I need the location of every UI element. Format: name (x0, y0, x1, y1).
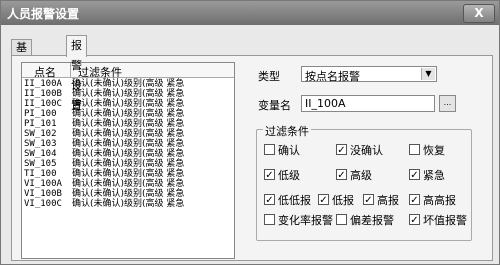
type-select-value: 按点名报警 (305, 70, 360, 83)
type-label: 类型 (258, 70, 280, 83)
list-item[interactable]: SW_103 确认(未确认)级别(高级 紧急 (22, 139, 234, 149)
filter-checkbox-label: 没确认 (350, 144, 383, 157)
filter-checkbox[interactable]: ✓ 高高报 (409, 194, 456, 207)
list-item-name: VI_100A (24, 179, 62, 189)
filter-checkbox[interactable]: ✓ 低低报 (264, 194, 311, 207)
type-select[interactable]: 按点名报警 ▼ (301, 66, 437, 83)
tab-alarm-settings[interactable]: 报警设置 (66, 35, 87, 112)
list-item-name: II_100B (24, 89, 62, 99)
list-item-name: SW_102 (24, 129, 57, 139)
list-item-name: VI_100B (24, 189, 62, 199)
list-item-name: VI_100C (24, 199, 62, 209)
list-item-name: II_100A (24, 79, 62, 89)
filter-checkbox-label: 高报 (377, 194, 399, 207)
list-item[interactable]: II_100B 确认(未确认)级别(高级 紧急 (22, 89, 234, 99)
list-item-name: II_100C (24, 99, 62, 109)
checkmark-icon[interactable]: ✓ (336, 144, 347, 156)
list-item-filter: 确认(未确认)级别(高级 紧急 (72, 149, 185, 159)
list-item-filter: 确认(未确认)级别(高级 紧急 (72, 119, 185, 129)
filter-checkbox-label: 高级 (350, 169, 372, 182)
list-item-name: PI_101 (24, 119, 57, 129)
close-button[interactable]: X (463, 4, 495, 23)
filter-checkbox-label: 变化率报警 (278, 214, 333, 227)
checkbox-empty-icon[interactable] (336, 214, 347, 225)
filter-checkbox[interactable]: ✓ 没确认 (336, 144, 383, 157)
variable-name-label: 变量名 (258, 99, 291, 112)
list-item[interactable]: II_100A 确认(未确认)级别(高级 紧急 (22, 79, 234, 89)
filter-checkbox-label: 低报 (332, 194, 354, 207)
list-item-filter: 确认(未确认)级别(高级 紧急 (72, 169, 185, 179)
browse-button[interactable]: ... (439, 95, 456, 112)
filter-checkbox-label: 偏差报警 (350, 214, 394, 227)
list-item[interactable]: VI_100C 确认(未确认)级别(高级 紧急 (22, 199, 234, 209)
filter-checkbox[interactable]: 偏差报警 (336, 214, 394, 227)
filter-group-title: 过滤条件 (263, 123, 311, 139)
list-item[interactable]: SW_102 确认(未确认)级别(高级 紧急 (22, 129, 234, 139)
filter-checkbox[interactable]: ✓ 低级 (264, 169, 300, 182)
list-item-filter: 确认(未确认)级别(高级 紧急 (72, 109, 185, 119)
title-bar[interactable]: 人员报警设置 X (1, 1, 499, 25)
list-item-filter: 确认(未确认)级别(高级 紧急 (72, 99, 185, 109)
checkmark-icon[interactable]: ✓ (409, 169, 420, 181)
window-title: 人员报警设置 (7, 7, 80, 21)
column-header-filter[interactable]: 过滤条件 (78, 64, 122, 80)
checkmark-icon[interactable]: ✓ (409, 194, 420, 206)
filter-checkbox[interactable]: 确认 (264, 144, 300, 157)
filter-checkbox[interactable]: ✓ 坏值报警 (409, 214, 467, 227)
checkbox-empty-icon[interactable] (264, 144, 275, 155)
filter-checkbox[interactable]: ✓ 高报 (363, 194, 399, 207)
list-item-name: SW_104 (24, 149, 57, 159)
filter-checkbox[interactable]: 恢复 (409, 144, 445, 157)
list-item-filter: 确认(未确认)级别(高级 紧急 (72, 139, 185, 149)
list-item-name: TI_100 (24, 169, 57, 179)
list-item[interactable]: PI_101 确认(未确认)级别(高级 紧急 (22, 119, 234, 129)
filter-checkbox[interactable]: ✓ 紧急 (409, 169, 445, 182)
filter-checkbox-label: 确认 (278, 144, 300, 157)
variable-name-input[interactable]: II_100A (301, 95, 435, 112)
checkbox-empty-icon[interactable] (264, 214, 275, 225)
list-item-filter: 确认(未确认)级别(高级 紧急 (72, 189, 185, 199)
list-item[interactable]: TI_100 确认(未确认)级别(高级 紧急 (22, 169, 234, 179)
filter-checkbox-label: 坏值报警 (423, 214, 467, 227)
filter-checkbox-label: 紧急 (423, 169, 445, 182)
list-item[interactable]: II_100C 确认(未确认)级别(高级 紧急 (22, 99, 234, 109)
checkmark-icon[interactable]: ✓ (264, 194, 275, 206)
list-item-filter: 确认(未确认)级别(高级 紧急 (72, 79, 185, 89)
list-item[interactable]: SW_105 确认(未确认)级别(高级 紧急 (22, 159, 234, 169)
checkmark-icon[interactable]: ✓ (363, 194, 374, 206)
list-item-filter: 确认(未确认)级别(高级 紧急 (72, 179, 185, 189)
list-item-name: SW_105 (24, 159, 57, 169)
list-item[interactable]: PI_100 确认(未确认)级别(高级 紧急 (22, 109, 234, 119)
checkmark-icon[interactable]: ✓ (318, 194, 329, 206)
list-item-filter: 确认(未确认)级别(高级 紧急 (72, 129, 185, 139)
list-item-name: SW_103 (24, 139, 57, 149)
filter-checkbox-label: 低级 (278, 169, 300, 182)
list-item-filter: 确认(未确认)级别(高级 紧急 (72, 89, 185, 99)
filter-checkbox-label: 低低报 (278, 194, 311, 207)
checkmark-icon[interactable]: ✓ (409, 214, 420, 226)
checkmark-icon[interactable]: ✓ (264, 169, 275, 181)
list-header: 点名 过滤条件 (22, 63, 234, 80)
list-item[interactable]: VI_100B 确认(未确认)级别(高级 紧急 (22, 189, 234, 199)
alarm-settings-window: 人员报警设置 X 基本参数 报警设置 点名 过滤条件 II_100A 确认(未确认… (0, 0, 500, 265)
chevron-down-icon[interactable]: ▼ (421, 68, 435, 80)
filter-checkbox[interactable]: ✓ 高级 (336, 169, 372, 182)
checkmark-icon[interactable]: ✓ (336, 169, 347, 181)
tab-basic-params[interactable]: 基本参数 (11, 39, 32, 99)
list-item-filter: 确认(未确认)级别(高级 紧急 (72, 159, 185, 169)
list-item-name: PI_100 (24, 109, 57, 119)
list-item[interactable]: VI_100A 确认(未确认)级别(高级 紧急 (22, 179, 234, 189)
filter-checkbox-label: 恢复 (423, 144, 445, 157)
column-header-name[interactable]: 点名 (34, 64, 56, 80)
list-item[interactable]: SW_104 确认(未确认)级别(高级 紧急 (22, 149, 234, 159)
list-item-filter: 确认(未确认)级别(高级 紧急 (72, 199, 185, 209)
checkbox-empty-icon[interactable] (409, 144, 420, 155)
filter-checkbox[interactable]: ✓ 低报 (318, 194, 354, 207)
filter-checkbox[interactable]: 变化率报警 (264, 214, 333, 227)
point-list[interactable]: 点名 过滤条件 II_100A 确认(未确认)级别(高级 紧急 II_100B 确认(… (21, 62, 235, 259)
filter-checkbox-label: 高高报 (423, 194, 456, 207)
